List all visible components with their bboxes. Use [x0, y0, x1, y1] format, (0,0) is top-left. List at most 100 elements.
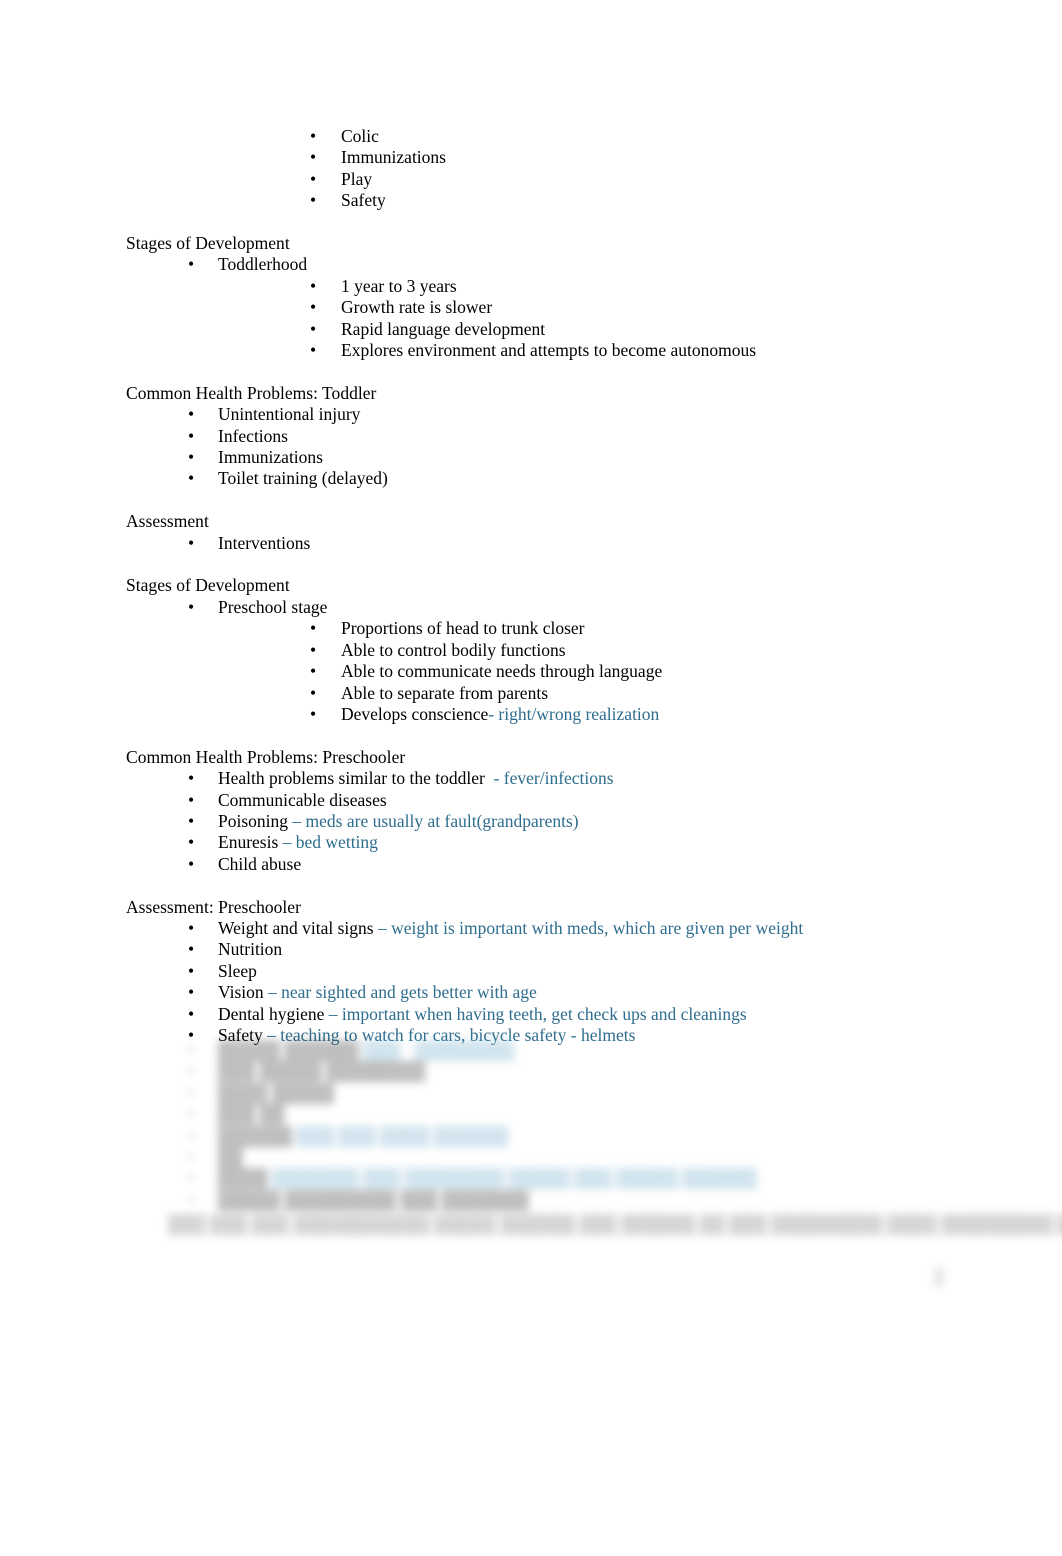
list-item-label: Proportions of head to trunk closer — [341, 618, 585, 639]
bullet-icon: • — [188, 768, 195, 789]
list-item: • ██ — [0, 1147, 1062, 1168]
list-item-label: 1 year to 3 years — [341, 275, 457, 296]
list-item: • Preschool stage — [0, 597, 1062, 618]
bullet-icon: • — [188, 1104, 195, 1125]
obscured-footnote: ███ ███ ███ ███████████ █████ ██████ ███… — [0, 1214, 1062, 1235]
section-heading: Assessment — [126, 511, 209, 532]
list-item-label: Rapid language development — [341, 318, 546, 339]
list-item-note: – bed wetting — [282, 832, 378, 853]
section-heading: Stages of Development — [126, 233, 290, 254]
list-item: • Poisoning – meds are usually at fault(… — [0, 811, 1062, 832]
list-item: • Able to separate from parents — [0, 683, 1062, 704]
top-margin — [0, 0, 1062, 126]
bullet-icon: • — [188, 982, 195, 1003]
bullet-icon: • — [310, 318, 317, 339]
page-number-mark: █ — [933, 1269, 945, 1286]
list-item: • Sleep — [0, 961, 1062, 982]
bullet-icon: • — [310, 126, 317, 146]
bullet-icon: • — [188, 532, 195, 553]
list-item-note: – teaching to watch for cars, bicycle sa… — [267, 1024, 636, 1045]
list-item: • Unintentional injury — [0, 404, 1062, 425]
bullet-icon: • — [188, 1082, 195, 1103]
bullet-icon: • — [188, 917, 195, 938]
bullet-icon: • — [310, 147, 317, 168]
list-item: • Infections — [0, 426, 1062, 447]
bullet-icon: • — [310, 275, 317, 296]
list-item: • Explores environment and attempts to b… — [0, 340, 1062, 361]
bullet-icon: • — [310, 168, 317, 189]
list-item-label: ██ — [218, 1147, 243, 1168]
list-item-label: Interventions — [218, 532, 311, 553]
list-item: • Safety – teaching to watch for cars, b… — [0, 1025, 1062, 1046]
list-item-label: Colic — [341, 126, 379, 146]
bullet-icon: • — [188, 1189, 195, 1210]
section-infant-topics: • Colic • Immunizations • Play • Safety — [0, 126, 1062, 212]
list-item: • Colic — [0, 126, 1062, 147]
bullet-icon: • — [188, 425, 195, 446]
bullet-icon: • — [188, 1125, 195, 1146]
list-item: • Weight and vital signs – weight is imp… — [0, 918, 1062, 939]
bullet-icon: • — [310, 639, 317, 660]
list-item-note: - right/wrong realization — [488, 703, 660, 724]
list-item-label: Play — [341, 168, 373, 189]
list-item: • ████ ███████ ███ ████████ █████ ███ ██… — [0, 1168, 1062, 1189]
bullet-icon: • — [310, 661, 317, 682]
list-item-label: ███ ██ — [218, 1104, 285, 1125]
bullet-icon: • — [188, 447, 195, 468]
list-item-label: Poisoning — [218, 810, 293, 831]
obscured-content-block: • █████ ██████ ███ - ████████ • ███ ████… — [0, 1040, 1062, 1220]
list-item: • █████ █████████ ███ ███████ — [0, 1190, 1062, 1211]
list-item-note: – important when having teeth, get check… — [328, 1003, 747, 1024]
section-problems-preschooler: Common Health Problems: Preschooler • He… — [0, 747, 1062, 875]
section-heading: Common Health Problems: Preschooler — [126, 746, 406, 767]
list-item-label: Weight and vital signs — [218, 917, 378, 938]
bullet-icon: • — [188, 853, 195, 874]
list-item: • Rapid language development — [0, 319, 1062, 340]
list-item-label: Vision — [218, 982, 268, 1003]
list-item: • ███ █████ ████████ — [0, 1061, 1062, 1082]
list-item-label: ████ — [218, 1168, 272, 1189]
list-item-label: ████ █████ — [218, 1082, 334, 1103]
list-item-label: Immunizations — [218, 447, 323, 468]
list-item: • Child abuse — [0, 854, 1062, 875]
list-item-label: Enuresis — [218, 832, 283, 853]
list-item-label: Safety — [341, 190, 386, 211]
list-item-label: Safety — [218, 1024, 268, 1045]
bullet-icon: • — [310, 703, 317, 724]
bullet-icon: • — [188, 1061, 195, 1082]
list-item-label: ██████ — [218, 1125, 297, 1146]
list-item-label: Immunizations — [341, 147, 446, 168]
bullet-icon: • — [188, 832, 195, 853]
section-heading: Assessment: Preschooler — [126, 896, 301, 917]
list-item-label: Child abuse — [218, 853, 302, 874]
list-item-label: Able to separate from parents — [341, 682, 549, 703]
list-item-label: Sleep — [218, 960, 257, 981]
list-item: • Develops conscience - right/wrong reali… — [0, 704, 1062, 725]
bullet-icon: • — [188, 1024, 195, 1045]
list-item: • Able to communicate needs through lang… — [0, 661, 1062, 682]
list-item: • Dental hygiene – important when having… — [0, 1004, 1062, 1025]
list-item-label: Communicable diseases — [218, 789, 387, 810]
list-item: • Nutrition — [0, 939, 1062, 960]
list-item: • Immunizations — [0, 447, 1062, 468]
list-item-note: – near sighted and gets better with age — [268, 982, 537, 1003]
bullet-icon: • — [188, 810, 195, 831]
list-item: • Able to control bodily functions — [0, 640, 1062, 661]
section-assessment-toddler: Assessment • Interventions — [0, 511, 1062, 554]
list-item-label: Growth rate is slower — [341, 297, 493, 318]
bullet-icon: • — [310, 618, 317, 639]
bullet-icon: • — [310, 190, 317, 211]
bullet-icon: • — [188, 960, 195, 981]
list-item-label: Nutrition — [218, 939, 283, 960]
bullet-icon: • — [310, 682, 317, 703]
bullet-icon: • — [188, 1168, 195, 1189]
list-item: • 1 year to 3 years — [0, 276, 1062, 297]
section-heading: Stages of Development — [126, 575, 290, 596]
section-problems-toddler: Common Health Problems: Toddler • Uninte… — [0, 383, 1062, 490]
section-stages-preschool: Stages of Development • Preschool stage … — [0, 575, 1062, 725]
list-item-label: Infections — [218, 425, 288, 446]
